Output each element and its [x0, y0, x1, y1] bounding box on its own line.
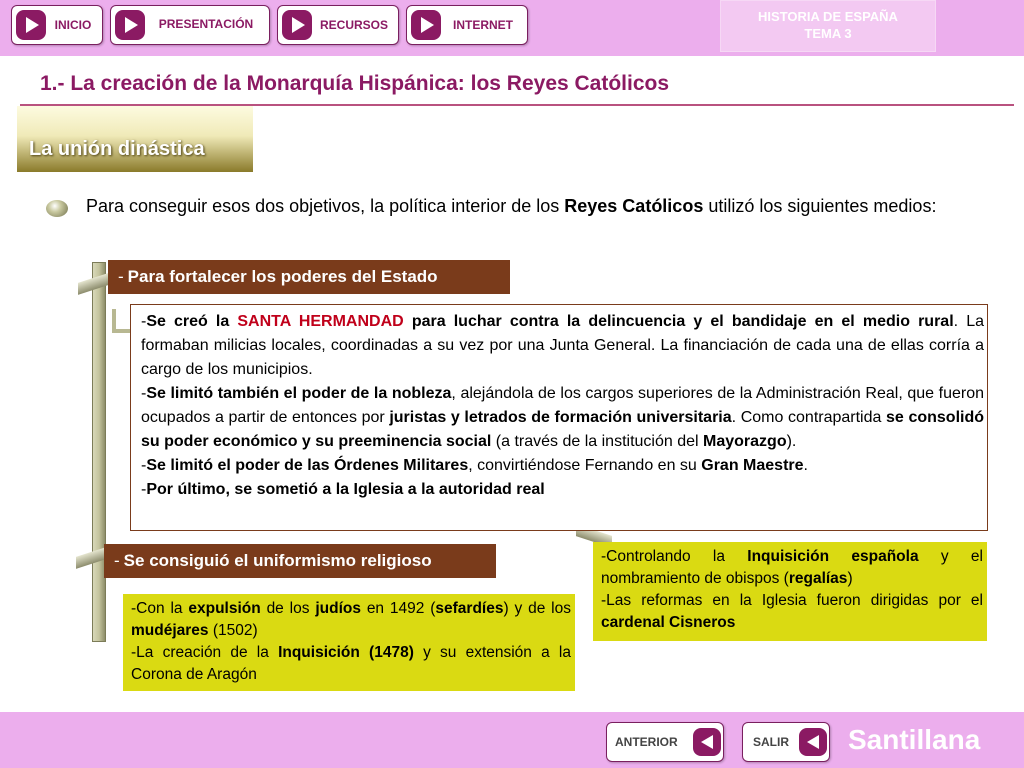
- text-run: -Con la: [131, 600, 189, 617]
- text-run: Inquisición (1478): [278, 644, 414, 661]
- header-dash: -: [118, 267, 124, 286]
- detail-paragraph-nobleza: -Se limitó también el poder de la noblez…: [141, 382, 984, 454]
- bullet-icon: [46, 200, 68, 217]
- text-run: en 1492 (: [360, 600, 436, 617]
- text-run: -Las reformas en la Iglesia fueron dirig…: [601, 592, 983, 609]
- salir-button[interactable]: SALIR: [742, 722, 830, 762]
- nav-recursos-label: RECURSOS: [319, 18, 388, 32]
- detail-box: -Se creó la SANTA HERMANDAD para luchar …: [130, 304, 988, 531]
- text-run: judíos: [315, 600, 361, 617]
- course-label-box: HISTORIA DE ESPAÑA TEMA 3: [720, 0, 936, 52]
- text-run: -Controlando la: [601, 548, 748, 565]
- text-run: Se limitó también el poder de la nobleza: [146, 385, 452, 402]
- play-icon: [411, 10, 441, 40]
- text-run: , convirtiéndose Fernando en su: [468, 457, 702, 474]
- detail-paragraph-ordenes: -Se limitó el poder de las Órdenes Milit…: [141, 454, 984, 478]
- page-title: 1.- La creación de la Monarquía Hispánic…: [40, 72, 670, 95]
- connector-rail: [92, 262, 106, 642]
- text-run: Se creó la: [146, 313, 238, 330]
- text-run: de los: [260, 600, 316, 617]
- text-run: sefardíes: [435, 600, 504, 617]
- back-arrow-icon: [693, 728, 721, 756]
- play-icon: [115, 10, 145, 40]
- text-run: Se limitó el poder de las Órdenes Milita…: [146, 457, 469, 474]
- nav-presentacion-label: PRESENTACIÓN: [158, 17, 254, 31]
- nav-inicio-label: INICIO: [54, 18, 92, 32]
- intro-paragraph: Para conseguir esos dos objetivos, la po…: [86, 194, 982, 219]
- header-dash: -: [114, 551, 120, 570]
- brand-logo: Santillana: [848, 724, 981, 755]
- intro-text: utilizó los siguientes medios:: [703, 196, 937, 216]
- box-paragraph: -Controlando la Inquisición española y e…: [601, 546, 983, 590]
- text-run: ).: [786, 433, 797, 450]
- box-inquisicion-cisneros: -Controlando la Inquisición española y e…: [593, 542, 987, 641]
- nav-presentacion-button[interactable]: PRESENTACIÓN: [110, 5, 270, 45]
- text-run: (1502): [208, 622, 258, 639]
- text-run: ): [847, 570, 853, 587]
- text-run: juristas y letrados de formación univers…: [389, 409, 732, 426]
- header-fortalecer-poderes: - Para fortalecer los poderes del Estado: [108, 260, 510, 294]
- section-title: La unión dinástica: [29, 138, 205, 160]
- header-text: Para fortalecer los poderes del Estado: [127, 267, 438, 286]
- nav-recursos-button[interactable]: RECURSOS: [277, 5, 399, 45]
- text-run: Mayorazgo: [703, 433, 787, 450]
- text-run: expulsión: [188, 600, 261, 617]
- play-icon: [282, 10, 312, 40]
- text-run: mudéjares: [131, 622, 209, 639]
- box-paragraph: -La creación de la Inquisición (1478) y …: [131, 642, 571, 686]
- anterior-label: ANTERIOR: [615, 735, 678, 749]
- nav-inicio-button[interactable]: INICIO: [11, 5, 103, 45]
- text-run: regalías: [788, 570, 848, 587]
- text-run: Por último, se sometió a la Iglesia a la…: [146, 481, 545, 498]
- course-title: HISTORIA DE ESPAÑA: [758, 9, 898, 24]
- anterior-button[interactable]: ANTERIOR: [606, 722, 724, 762]
- box-paragraph: -Con la expulsión de los judíos en 1492 …: [131, 598, 571, 642]
- back-arrow-icon: [799, 728, 827, 756]
- text-run: para luchar contra la delincuencia y el …: [403, 313, 954, 330]
- play-icon: [16, 10, 46, 40]
- detail-paragraph-hermandad: -Se creó la SANTA HERMANDAD para luchar …: [141, 310, 984, 382]
- nav-internet-label: INTERNET: [453, 18, 513, 32]
- text-run: Gran Maestre: [701, 457, 804, 474]
- section-tab: La unión dinástica: [17, 106, 253, 172]
- text-run: .: [803, 457, 808, 474]
- highlight-text: SANTA HERMANDAD: [237, 313, 404, 330]
- text-run: ) y de los: [503, 600, 571, 617]
- box-expulsion-inquisicion: -Con la expulsión de los judíos en 1492 …: [123, 594, 575, 691]
- header-text: Se consiguió el uniformismo religioso: [123, 551, 432, 570]
- text-run: . Como contrapartida: [731, 409, 887, 426]
- detail-paragraph-iglesia: -Por último, se sometió a la Iglesia a l…: [141, 478, 984, 502]
- text-run: cardenal Cisneros: [601, 614, 736, 631]
- text-run: (a través de la institución del: [491, 433, 704, 450]
- text-run: Inquisición española: [747, 548, 919, 565]
- header-uniformismo-religioso: - Se consiguió el uniformismo religioso: [104, 544, 496, 578]
- salir-label: SALIR: [753, 735, 789, 749]
- text-run: -La creación de la: [131, 644, 279, 661]
- course-topic: TEMA 3: [804, 26, 852, 41]
- nav-internet-button[interactable]: INTERNET: [406, 5, 528, 45]
- intro-emphasis: Reyes Católicos: [564, 196, 704, 216]
- intro-text: Para conseguir esos dos objetivos, la po…: [86, 196, 565, 216]
- box-paragraph: -Las reformas en la Iglesia fueron dirig…: [601, 590, 983, 634]
